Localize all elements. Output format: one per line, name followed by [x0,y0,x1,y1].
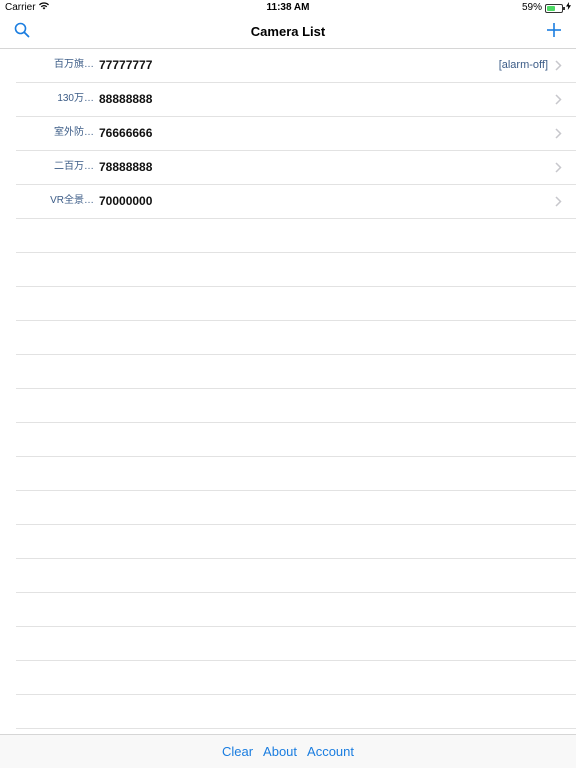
navigation-bar: Camera List [0,16,576,49]
empty-row [16,321,576,355]
empty-row [16,457,576,491]
page-title: Camera List [250,24,326,39]
plus-icon [546,22,562,43]
empty-row [16,627,576,661]
camera-row[interactable]: 二百万… 78888888 [16,151,576,185]
camera-row[interactable]: VR全景… 70000000 [16,185,576,219]
battery-percent: 59% [521,2,542,13]
empty-row [16,423,576,457]
camera-number: 78888888 [99,160,153,174]
chevron-right-icon [555,83,562,115]
empty-row [16,355,576,389]
chevron-right-icon [555,49,562,81]
camera-row[interactable]: 室外防… 76666666 [16,117,576,151]
camera-name: 室外防… [54,127,94,138]
empty-row [16,287,576,321]
camera-number: 88888888 [99,92,153,106]
camera-number: 77777777 [99,58,153,72]
empty-row [16,525,576,559]
camera-name: 百万旗… [54,59,94,70]
empty-row [16,253,576,287]
clear-button[interactable]: Clear [222,744,253,759]
camera-number: 70000000 [99,194,153,208]
chevron-right-icon [555,185,562,217]
status-time: 11:38 AM [266,2,310,13]
account-button[interactable]: Account [307,744,354,759]
empty-row [16,593,576,627]
bottom-toolbar: Clear About Account [0,734,576,768]
camera-list: 百万旗… 77777777 [alarm-off] 130万… 88888888… [0,49,576,763]
battery-fill [547,5,555,11]
camera-number: 76666666 [99,126,153,140]
camera-name: 130万… [57,93,94,104]
camera-status: [alarm-off] [498,59,548,71]
empty-row [16,219,576,253]
camera-name: VR全景… [50,195,94,206]
chevron-right-icon [555,117,562,149]
battery-icon [545,3,565,13]
camera-row[interactable]: 130万… 88888888 [16,83,576,117]
chevron-right-icon [555,151,562,183]
camera-row[interactable]: 百万旗… 77777777 [alarm-off] [16,49,576,83]
status-bar: Carrier 11:38 AM 59% [0,0,576,16]
empty-row [16,559,576,593]
empty-row [16,491,576,525]
empty-row [16,695,576,729]
empty-row [16,389,576,423]
status-right: 59% [522,0,571,16]
add-camera-button[interactable] [542,16,566,48]
about-button[interactable]: About [263,744,297,759]
empty-row [16,661,576,695]
camera-name: 二百万… [54,161,94,172]
charging-icon [566,0,571,16]
empty-rows [0,219,576,763]
